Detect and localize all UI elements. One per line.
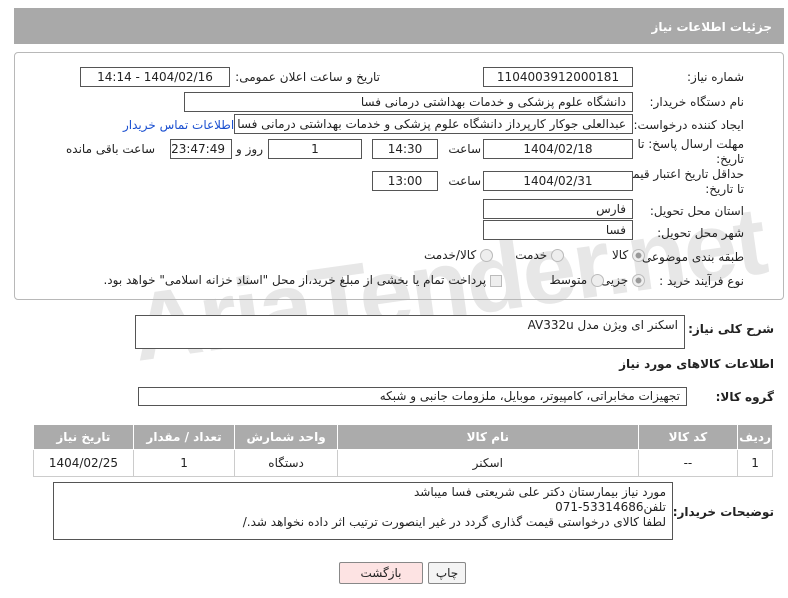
- reply-time-field: 14:30: [372, 139, 438, 159]
- table-header-row: ردیف کد کالا نام کالا واحد شمارش تعداد /…: [33, 424, 773, 450]
- table-cell: 1: [132, 449, 236, 477]
- description-field: اسکنر ای ویژن مدل AV332u: [135, 315, 685, 349]
- price-time-field: 13:00: [372, 171, 438, 191]
- announce-field: 1404/02/16 - 14:14: [80, 67, 230, 87]
- buyer-notes-line: مورد نیاز بیمارستان دکتر علی شریعتی فسا …: [413, 485, 666, 499]
- category-option-goods-label: کالا: [611, 248, 629, 262]
- buyer-notes-line: لطفا کالای درخواستی قیمت گذاری گردد در غ…: [242, 515, 666, 529]
- radio-icon[interactable]: [480, 249, 493, 262]
- buyer-org-label: نام دستگاه خریدار:: [649, 95, 745, 109]
- buyer-notes-label: توضیحات خریدار:: [672, 505, 774, 519]
- radio-icon[interactable]: [591, 274, 604, 287]
- table-cell: اسکنر: [336, 449, 639, 477]
- table-cell: --: [637, 449, 739, 477]
- reply-deadline-label: مهلت ارسال پاسخ: تا: [637, 137, 744, 151]
- table-header: واحد شمارش: [234, 424, 338, 450]
- need-number-label: شماره نیاز:: [687, 70, 744, 84]
- province-label: استان محل تحویل:: [649, 204, 744, 218]
- table-cell: 1404/02/25: [33, 449, 134, 477]
- table-header: تاریخ نیاز: [33, 424, 134, 450]
- process-label: نوع فرآیند خرید :: [659, 274, 744, 288]
- checkbox-icon[interactable]: [490, 274, 502, 287]
- table-header: ردیف: [737, 424, 773, 450]
- buyer-org-field: دانشگاه علوم پزشکی و خدمات بهداشتی درمان…: [184, 92, 633, 112]
- goods-group-field: تجهیزات مخابراتی، کامپیوتر، موبایل، ملزو…: [138, 387, 687, 406]
- reply-date-field: 1404/02/18: [483, 139, 633, 159]
- goods-section-title: اطلاعات کالاهای مورد نیاز: [619, 357, 774, 371]
- table-header: کد کالا: [637, 424, 739, 450]
- category-option-goods[interactable]: کالا: [612, 248, 645, 262]
- city-field: فسا: [483, 220, 633, 240]
- process-option-medium-label: متوسط: [549, 273, 588, 287]
- category-option-service-label: خدمت: [515, 248, 548, 262]
- table-cell: 1: [737, 449, 773, 477]
- payment-note: پرداخت تمام یا بخشی از مبلغ خرید،از محل …: [103, 273, 487, 287]
- buyer-notes-line: تلفن53314686-071: [555, 500, 666, 514]
- remaining-time-field: 23:47:49: [170, 139, 232, 159]
- reply-deadline-label-2: تاریخ:: [716, 152, 744, 166]
- panel-header: جزئیات اطلاعات نیاز: [14, 8, 784, 44]
- need-number-field: 1104003912000181: [483, 67, 633, 87]
- price-validity-label-2: تا تاریخ:: [705, 182, 744, 196]
- payment-option[interactable]: پرداخت تمام یا بخشی از مبلغ خرید،از محل …: [103, 273, 502, 287]
- creator-label: ایجاد کننده درخواست:: [633, 118, 744, 132]
- radio-checked-icon[interactable]: [632, 274, 645, 287]
- category-option-service[interactable]: خدمت: [515, 248, 564, 262]
- announce-label: تاریخ و ساعت اعلان عمومی:: [235, 70, 380, 84]
- province-field: فارس: [483, 199, 633, 219]
- radio-icon[interactable]: [551, 249, 564, 262]
- description-label: شرح کلی نیاز:: [688, 322, 774, 336]
- buyer-contact-link[interactable]: اطلاعات تماس خریدار: [123, 118, 234, 132]
- goods-group-label: گروه کالا:: [715, 390, 774, 404]
- price-time-label: ساعت: [448, 174, 481, 188]
- category-label: طبقه بندی موضوعی:: [637, 250, 744, 264]
- buyer-notes-field: مورد نیاز بیمارستان دکتر علی شریعتی فسا …: [53, 482, 673, 540]
- days-label: روز و: [236, 142, 263, 156]
- goods-table: ردیف کد کالا نام کالا واحد شمارش تعداد /…: [33, 424, 773, 477]
- print-button[interactable]: چاپ: [428, 562, 466, 584]
- process-option-minor-label: جزیی: [600, 273, 629, 287]
- price-validity-label: حداقل تاریخ اعتبار قیمت:: [617, 167, 744, 181]
- city-label: شهر محل تحویل:: [657, 226, 744, 240]
- price-date-field: 1404/02/31: [483, 171, 633, 191]
- category-option-both[interactable]: کالا/خدمت: [424, 248, 493, 262]
- table-cell: دستگاه: [234, 449, 338, 477]
- category-option-both-label: کالا/خدمت: [423, 248, 477, 262]
- process-option-medium[interactable]: متوسط: [549, 273, 604, 287]
- radio-checked-icon[interactable]: [632, 249, 645, 262]
- back-button[interactable]: بازگشت: [339, 562, 423, 584]
- table-header: تعداد / مقدار: [132, 424, 236, 450]
- table-row: 1 -- اسکنر دستگاه 1 1404/02/25: [33, 449, 773, 477]
- remaining-label: ساعت باقی مانده: [66, 142, 156, 156]
- days-field: 1: [268, 139, 362, 159]
- process-option-minor[interactable]: جزیی: [601, 273, 645, 287]
- reply-time-label: ساعت: [448, 142, 481, 156]
- table-header: نام کالا: [336, 424, 639, 450]
- creator-field: عبدالعلی جوکار کارپرداز دانشگاه علوم پزش…: [234, 114, 633, 134]
